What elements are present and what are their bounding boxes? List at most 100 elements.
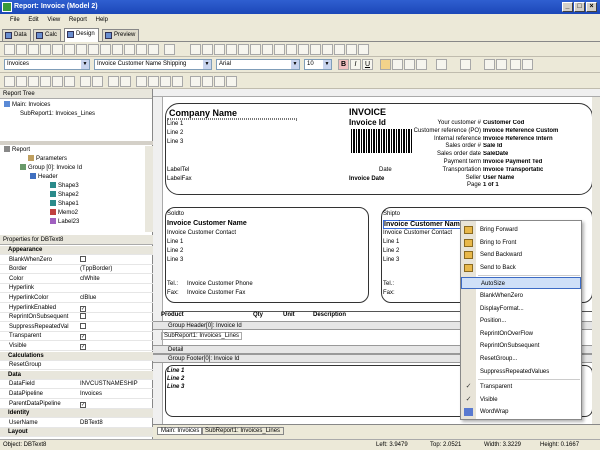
tab-subreport[interactable]: SubReport1: Invoices_Lines bbox=[201, 427, 285, 435]
soldto-line-3[interactable]: Line 3 bbox=[167, 257, 183, 263]
invoice-date[interactable]: Invoice Date bbox=[349, 176, 384, 182]
property-row[interactable]: HyperlinkEnabled ✓ bbox=[0, 304, 153, 313]
font-combo[interactable]: Arial ▼ bbox=[216, 59, 300, 70]
property-value[interactable]: ✓ bbox=[80, 342, 150, 351]
align-lefts-icon[interactable] bbox=[4, 76, 15, 87]
tree-item-shape2[interactable]: Shape2 bbox=[50, 191, 79, 200]
invoice-id[interactable]: Invoice Id bbox=[349, 118, 386, 127]
property-category[interactable]: Data bbox=[0, 370, 153, 380]
pin-tool-icon[interactable] bbox=[358, 44, 369, 55]
dbimage-tool-icon[interactable] bbox=[250, 44, 261, 55]
shipto-line-3[interactable]: Line 3 bbox=[383, 257, 399, 263]
shipto-line-1[interactable]: Line 1 bbox=[383, 239, 399, 245]
canvas-scrollbar[interactable] bbox=[592, 97, 600, 424]
meta-value[interactable]: Invoice Reference Intern bbox=[483, 136, 553, 142]
shipto-customer-name[interactable]: Invoice Customer Name bbox=[383, 220, 465, 229]
crosstab-tool-icon[interactable] bbox=[164, 44, 175, 55]
checkbox-tool-icon[interactable] bbox=[124, 44, 135, 55]
property-value[interactable]: (TppBorder) bbox=[80, 265, 150, 274]
footer-line-1[interactable]: Line 1 bbox=[167, 368, 184, 374]
soldto-contact[interactable]: Invoice Customer Contact bbox=[167, 230, 236, 236]
property-row[interactable]: BlankWhenZero bbox=[0, 255, 153, 265]
menu-item-bring-forward[interactable]: Bring Forward bbox=[461, 224, 581, 236]
checked-icon[interactable]: ✓ bbox=[80, 344, 86, 350]
align-tops-icon[interactable] bbox=[40, 76, 51, 87]
close-button[interactable]: × bbox=[586, 2, 597, 12]
menu-item-suppressrepeatedvalues[interactable]: SuppressRepeatedValues bbox=[461, 366, 581, 378]
property-row[interactable]: UserName DBText8 bbox=[0, 419, 153, 428]
maximize-button[interactable]: □ bbox=[574, 2, 585, 12]
subreport-tool-icon[interactable] bbox=[148, 44, 159, 55]
soldto-line-1[interactable]: Line 1 bbox=[167, 239, 183, 245]
unchecked-icon[interactable] bbox=[80, 255, 86, 262]
soldto-phone[interactable]: Invoice Customer Phone bbox=[187, 281, 253, 287]
tree-item-header[interactable]: Header bbox=[30, 173, 58, 182]
property-value[interactable] bbox=[80, 322, 150, 332]
highlight-color-icon[interactable] bbox=[460, 59, 471, 70]
soldto-customer-name[interactable]: Invoice Customer Name bbox=[167, 220, 247, 227]
font-color-icon[interactable] bbox=[436, 59, 447, 70]
shrink-width-icon[interactable] bbox=[148, 76, 159, 87]
dbbarcode-tool-icon[interactable] bbox=[262, 44, 273, 55]
field-combo[interactable]: Invoice Customer Name Shipping ▼ bbox=[94, 59, 212, 70]
column-description[interactable]: Description bbox=[313, 312, 346, 318]
align-right-icon[interactable] bbox=[404, 59, 415, 70]
checked-icon[interactable]: ✓ bbox=[80, 334, 86, 341]
property-category[interactable]: Layout bbox=[0, 428, 153, 438]
tree-item-group[interactable]: Group [0]: Invoice Id bbox=[20, 164, 82, 173]
nudge-right-icon[interactable] bbox=[202, 76, 213, 87]
tab-design[interactable]: Design bbox=[64, 28, 99, 42]
column-product[interactable]: Product bbox=[161, 312, 184, 318]
menu-view[interactable]: View bbox=[47, 17, 60, 23]
font-size-combo[interactable]: 10 ▼ bbox=[304, 59, 332, 70]
property-value[interactable]: ✓ bbox=[80, 304, 150, 313]
menu-item-autosize[interactable]: AutoSize bbox=[461, 277, 581, 290]
shipto-line-2[interactable]: Line 2 bbox=[383, 248, 399, 254]
menu-report[interactable]: Report bbox=[69, 17, 87, 23]
dbmemo-tool-icon[interactable] bbox=[214, 44, 225, 55]
property-row[interactable]: Color clWhite bbox=[0, 275, 153, 284]
menu-item-blankwhenzero[interactable]: BlankWhenZero bbox=[461, 290, 581, 302]
tree-item-shape1[interactable]: Shape1 bbox=[50, 200, 79, 209]
tree-item-label23[interactable]: Label23 bbox=[50, 218, 79, 227]
calc-tool-icon[interactable] bbox=[52, 44, 63, 55]
align-center-icon[interactable] bbox=[392, 59, 403, 70]
select-tool-icon[interactable] bbox=[4, 44, 15, 55]
address-line-1[interactable]: Line 1 bbox=[167, 121, 183, 127]
paintbrush-tool-icon[interactable] bbox=[346, 44, 357, 55]
company-name[interactable]: Company Name bbox=[169, 108, 237, 118]
menu-item-send-backward[interactable]: Send Backward bbox=[461, 249, 581, 261]
unchecked-icon[interactable] bbox=[80, 313, 86, 320]
menu-item-send-to-back[interactable]: Send to Back bbox=[461, 262, 581, 274]
menu-file[interactable]: File bbox=[10, 17, 20, 23]
footer-line-2[interactable]: Line 2 bbox=[167, 376, 184, 382]
underline-button[interactable]: U bbox=[362, 59, 373, 70]
tree-item-shape3[interactable]: Shape3 bbox=[50, 182, 79, 191]
dbcalc-tool-icon[interactable] bbox=[238, 44, 249, 55]
grow-height-icon[interactable] bbox=[160, 76, 171, 87]
nudge-up-icon[interactable] bbox=[214, 76, 225, 87]
bring-front-icon[interactable] bbox=[484, 59, 495, 70]
soldto-line-2[interactable]: Line 2 bbox=[167, 248, 183, 254]
subreport-component[interactable]: SubReport1: Invoices_Lines bbox=[161, 332, 243, 340]
property-value[interactable]: Invoices bbox=[80, 390, 150, 399]
bold-button[interactable]: B bbox=[338, 59, 349, 70]
shrink-height-icon[interactable] bbox=[172, 76, 183, 87]
tab-main-invoices[interactable]: Main: Invoices bbox=[157, 427, 204, 435]
tab-calc[interactable]: Calc bbox=[33, 29, 62, 41]
barcode-tool-icon[interactable] bbox=[100, 44, 111, 55]
menu-item-resetgroup[interactable]: ResetGroup... bbox=[461, 353, 581, 365]
meta-value[interactable]: Sale Id bbox=[483, 143, 502, 149]
band-combo[interactable]: Invoices ▼ bbox=[4, 59, 90, 70]
tree-item-parameters[interactable]: Parameters bbox=[28, 155, 67, 164]
property-row[interactable]: Border (TppBorder) bbox=[0, 265, 153, 275]
property-row[interactable]: Visible ✓ bbox=[0, 342, 153, 351]
property-category[interactable]: Identity bbox=[0, 409, 153, 419]
column-qty[interactable]: Qty bbox=[253, 312, 263, 318]
align-left-icon[interactable] bbox=[380, 59, 391, 70]
dbrichtext-tool-icon[interactable] bbox=[226, 44, 237, 55]
align-bottoms-icon[interactable] bbox=[64, 76, 75, 87]
property-row[interactable]: DataField INVCUSTNAMESHIP bbox=[0, 380, 153, 390]
label-tool-icon[interactable] bbox=[16, 44, 27, 55]
property-value[interactable]: clBlue bbox=[80, 294, 150, 303]
